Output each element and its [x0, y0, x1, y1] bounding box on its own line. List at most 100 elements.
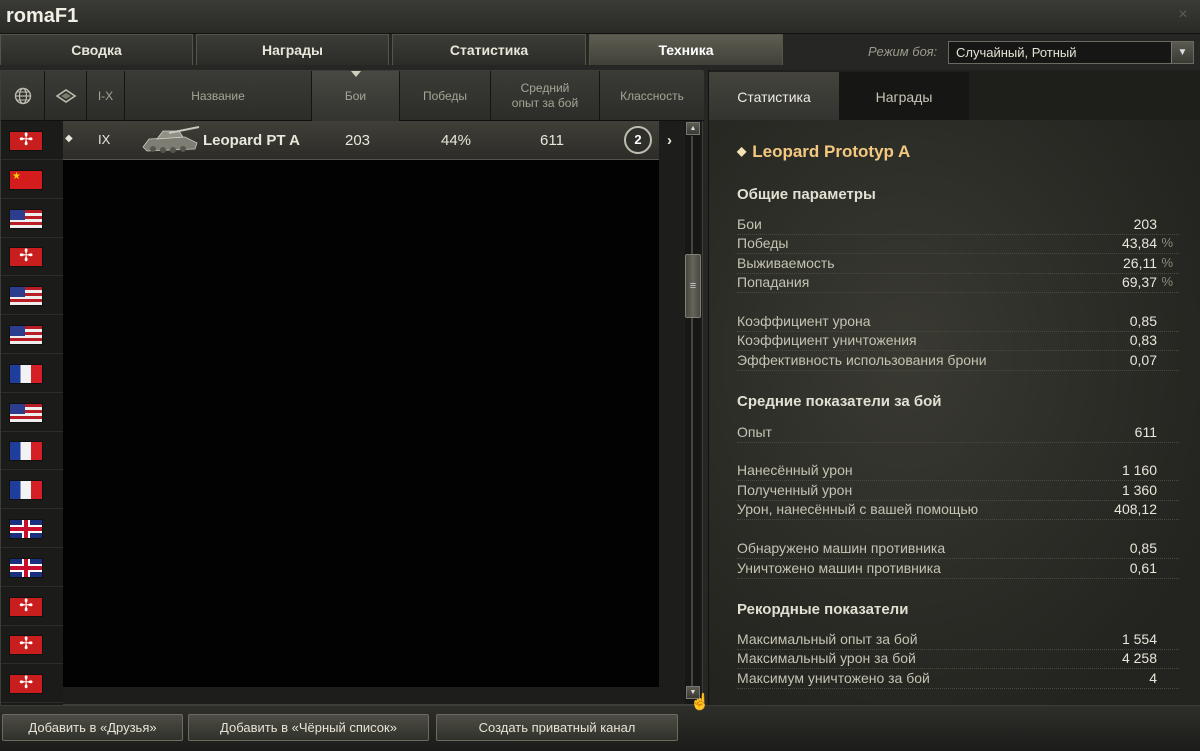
vehicle-details-panel: Статистика Награды ◆ Leopard Prototyp A О…: [708, 70, 1200, 705]
hidden-rows-area: [63, 160, 659, 687]
stat-row: Полученный урон 1 360: [737, 482, 1179, 501]
table-row[interactable]: [1, 625, 63, 665]
header-type[interactable]: [45, 71, 87, 121]
table-row[interactable]: [1, 393, 63, 432]
section-records-title: Рекордные показатели: [737, 601, 909, 618]
bottom-action-bar: Добавить в «Друзья» Добавить в «Чёрный с…: [0, 705, 1200, 751]
table-row[interactable]: [1, 664, 63, 704]
stat-row: Уничтожено машин противника 0,61: [737, 560, 1179, 579]
flag-germany-icon: [9, 634, 43, 656]
table-row[interactable]: [1, 509, 63, 548]
nation-flags-column: [1, 121, 63, 706]
stat-value: 1 160: [1121, 462, 1157, 478]
stat-row: Опыт 611: [737, 424, 1179, 443]
table-scrollbar[interactable]: ▲ ≡ ▼: [685, 122, 701, 704]
stat-row: Эффективность использования брони 0,07: [737, 352, 1179, 371]
header-battles[interactable]: Бои: [312, 71, 400, 121]
stat-row: Победы 43,84%: [737, 235, 1179, 254]
header-nation[interactable]: [1, 71, 45, 121]
header-mastery[interactable]: Классность: [600, 71, 704, 121]
scroll-up-icon[interactable]: ▲: [686, 122, 700, 135]
stat-row: Коэффициент уничтожения 0,83: [737, 332, 1179, 351]
table-row[interactable]: [1, 548, 63, 587]
table-row[interactable]: [1, 160, 63, 199]
stat-label: Эффективность использования брони: [737, 352, 987, 368]
stat-row: Максимальный урон за бой 4 258: [737, 650, 1179, 669]
stat-value: 69,37: [1121, 274, 1157, 290]
flag-uk-icon: [9, 557, 43, 578]
td-class-icon: ◆: [737, 144, 747, 158]
tab-summary[interactable]: Сводка: [0, 34, 193, 65]
close-icon[interactable]: ×: [1174, 6, 1192, 24]
main-tabs: Сводка Награды Статистика Техника: [0, 34, 790, 66]
stat-value: 4: [1149, 670, 1157, 686]
details-tab-statistics[interactable]: Статистика: [709, 72, 839, 120]
add-friend-button[interactable]: Добавить в «Друзья»: [2, 714, 183, 741]
table-row[interactable]: [1, 237, 63, 277]
stat-label: Победы: [737, 235, 789, 251]
chevron-down-icon[interactable]: ▼: [1171, 42, 1193, 63]
header-wins[interactable]: Победы: [400, 71, 491, 121]
add-blacklist-button[interactable]: Добавить в «Чёрный список»: [188, 714, 429, 741]
tab-awards[interactable]: Награды: [196, 34, 389, 65]
sort-desc-icon: [350, 71, 361, 77]
stat-row: Бои 203: [737, 216, 1179, 235]
create-private-channel-button[interactable]: Создать приватный канал: [436, 714, 678, 741]
vehicle-table: I-X Название Бои Победы Средний опыт за …: [0, 70, 704, 706]
tab-statistics[interactable]: Статистика: [392, 34, 586, 65]
row-battles: 203: [345, 132, 371, 149]
table-row[interactable]: [1, 199, 63, 238]
stat-value: 1 554: [1121, 631, 1157, 647]
table-row[interactable]: [1, 315, 63, 354]
stat-row: Обнаружено машин противника 0,85: [737, 540, 1179, 559]
stat-row: Урон, нанесённый с вашей помощью 408,12: [737, 501, 1179, 520]
header-tier[interactable]: I-X: [87, 71, 125, 121]
tab-vehicles[interactable]: Техника: [589, 34, 783, 65]
tank-thumbnail: [142, 126, 200, 153]
battle-mode-value: Случайный, Ротный: [956, 45, 1077, 60]
stat-label: Максимальный урон за бой: [737, 650, 916, 666]
table-row[interactable]: [1, 470, 63, 510]
header-avg-xp[interactable]: Средний опыт за бой: [491, 71, 600, 121]
flag-china-icon: [9, 169, 43, 190]
header-name[interactable]: Название: [125, 71, 312, 121]
stat-row: Максимальный опыт за бой 1 554: [737, 631, 1179, 650]
flag-germany-icon: [9, 130, 43, 151]
flag-germany-icon: [9, 246, 43, 268]
flag-usa-icon: [9, 208, 43, 229]
flag-usa-icon: [9, 402, 43, 423]
flag-germany-icon: [9, 596, 43, 617]
stat-row: Выживаемость 26,11%: [737, 255, 1179, 274]
stat-label: Максимум уничтожено за бой: [737, 670, 930, 686]
scroll-thumb[interactable]: ≡: [685, 254, 701, 318]
table-row-selected[interactable]: ◆ IX Leopard PT A 203 44% 611 2 ›: [63, 121, 672, 160]
stat-value: 0,85: [1129, 313, 1157, 329]
flag-france-icon: [9, 480, 43, 501]
battle-mode-select[interactable]: Случайный, Ротный ▼: [948, 41, 1194, 64]
row-avg-xp: 611: [540, 132, 564, 149]
table-row[interactable]: [1, 587, 63, 626]
details-tab-awards[interactable]: Награды: [839, 72, 969, 120]
stat-value: 43,84: [1121, 235, 1157, 251]
stat-label: Коэффициент урона: [737, 313, 871, 329]
table-row[interactable]: [1, 431, 63, 471]
stat-row: Максимум уничтожено за бой 4: [737, 670, 1179, 689]
flag-usa-icon: [9, 325, 43, 345]
chevron-right-icon[interactable]: ›: [667, 132, 672, 149]
stat-value: 408,12: [1114, 501, 1157, 517]
stat-row: Коэффициент урона 0,85: [737, 313, 1179, 332]
row-tier: IX: [98, 132, 111, 147]
table-row[interactable]: [1, 354, 63, 393]
table-row[interactable]: [1, 276, 63, 316]
stat-value: 1 360: [1121, 482, 1157, 498]
stat-value: 611: [1134, 424, 1157, 440]
details-tabs: Статистика Награды: [709, 70, 1200, 120]
stat-row: Нанесённый урон 1 160: [737, 462, 1179, 481]
window-title-bar: romaF1 ×: [0, 0, 1200, 34]
stat-row: Попадания 69,37%: [737, 274, 1179, 293]
header-avg-xp-line2: опыт за бой: [511, 96, 579, 110]
stat-label: Выживаемость: [737, 255, 835, 271]
row-wins: 44%: [441, 132, 472, 149]
stat-label: Бои: [737, 216, 762, 232]
table-row[interactable]: [1, 121, 63, 160]
